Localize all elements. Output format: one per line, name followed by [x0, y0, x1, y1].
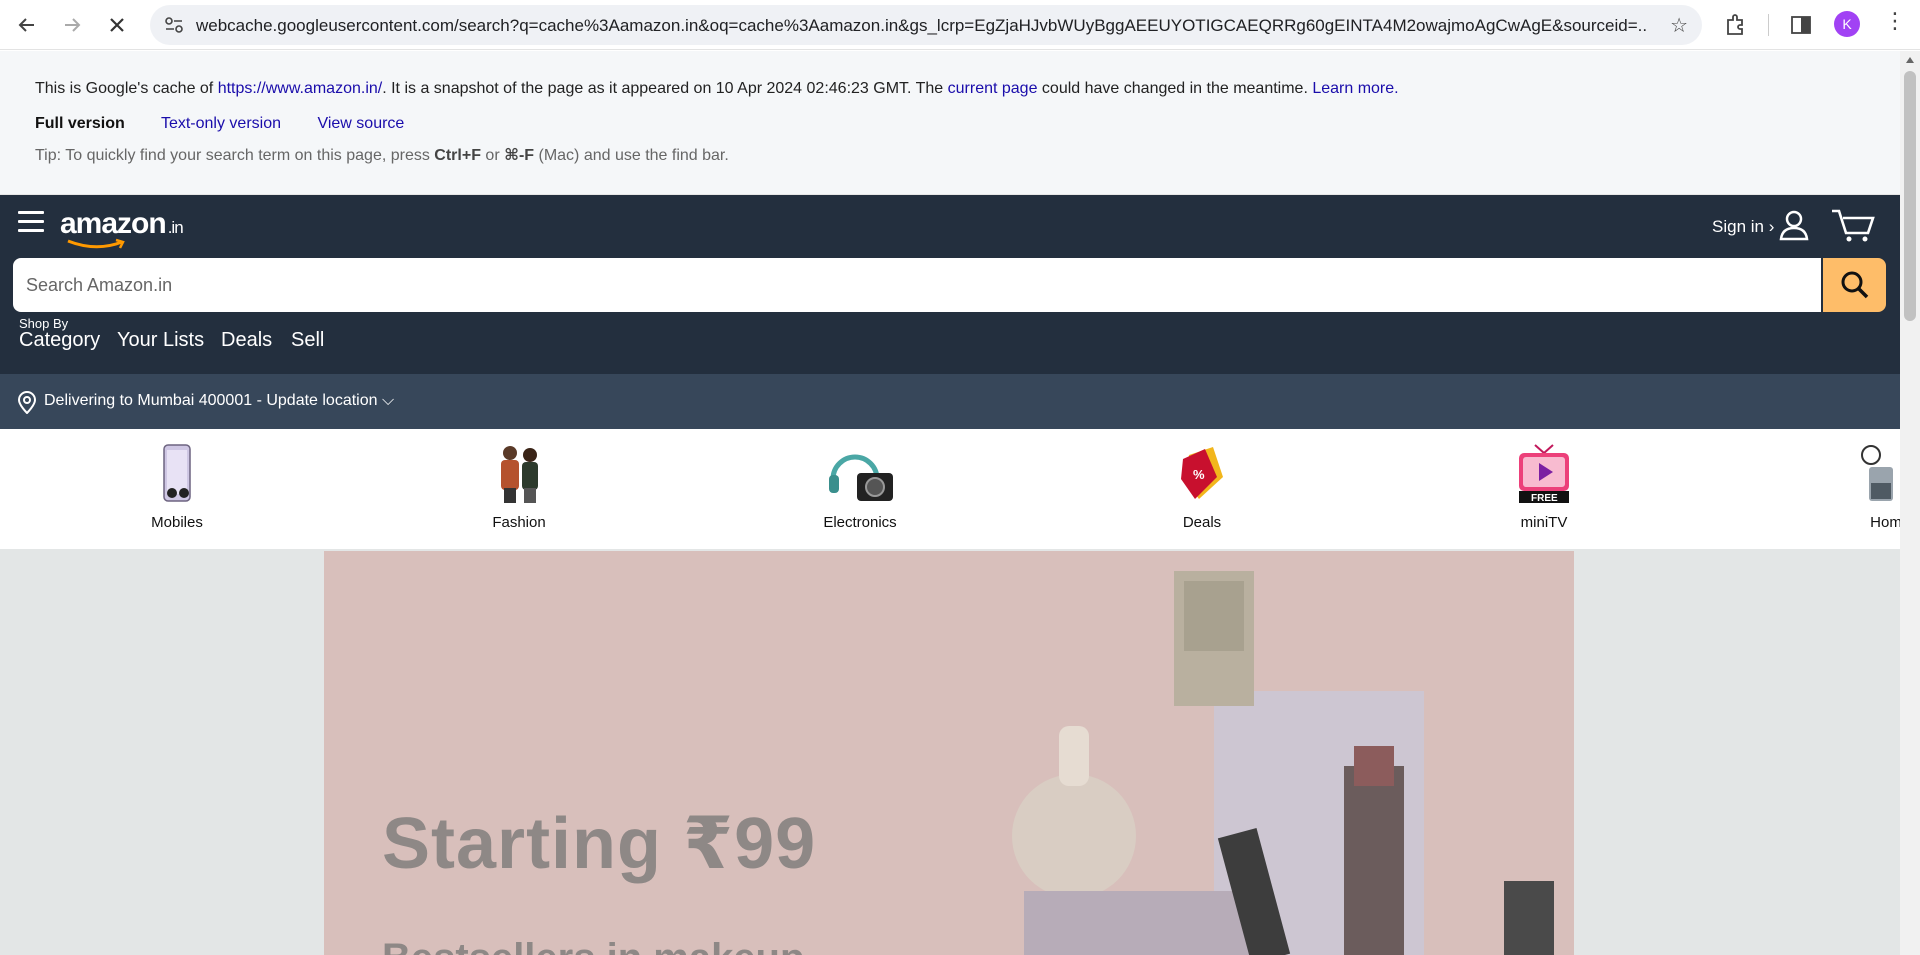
arrow-right-icon [65, 18, 81, 32]
browser-menu-icon[interactable]: ⋮ [1884, 10, 1906, 32]
category-strip: Mobiles Fashion Electronics % Deals FREE… [0, 429, 1900, 549]
url-text[interactable]: webcache.googleusercontent.com/search?q=… [196, 16, 1646, 36]
amazon-header: amazon.in Sign in › Shop By Category You… [0, 195, 1900, 374]
logo-tld: .in [167, 218, 184, 237]
text-only-version-link[interactable]: Text-only version [161, 115, 281, 132]
category-label: Electronics [823, 514, 897, 531]
category-electronics[interactable]: Electronics [800, 443, 920, 531]
cart-icon[interactable] [1830, 207, 1876, 243]
site-settings-icon[interactable] [164, 16, 184, 34]
discount-tag-icon: % [1181, 447, 1223, 499]
close-icon [110, 18, 124, 32]
category-fashion[interactable]: Fashion [459, 443, 579, 531]
hero-banner[interactable]: Starting ₹99 Bestsellers in makeup [324, 551, 1574, 955]
arrow-left-icon [18, 18, 34, 32]
learn-more-link[interactable]: Learn more. [1312, 80, 1398, 97]
fashion-models-icon [501, 446, 538, 503]
category-deals[interactable]: % Deals [1142, 443, 1262, 531]
user-icon[interactable] [1778, 209, 1810, 241]
back-button[interactable] [11, 9, 43, 41]
scroll-up-arrow-icon[interactable] [1906, 57, 1914, 63]
svg-text:%: % [1193, 467, 1205, 482]
side-panel-icon[interactable] [1788, 12, 1814, 38]
category-label: Deals [1182, 514, 1222, 531]
nav-category[interactable]: Category [19, 329, 100, 352]
amazon-smile-icon [67, 238, 125, 249]
cache-notice-prefix: This is Google's cache of [35, 80, 218, 97]
headphones-camera-icon [829, 454, 893, 501]
tip-key-ctrl-f: Ctrl+F [434, 147, 481, 164]
category-minitv[interactable]: FREE miniTV [1484, 443, 1604, 531]
current-page-link[interactable]: current page [948, 80, 1038, 97]
page-scrollbar[interactable] [1900, 51, 1920, 955]
version-links: Full version Text-only version View sour… [35, 115, 436, 133]
hero-headline: Starting ₹99 [382, 804, 817, 884]
category-mobiles[interactable]: Mobiles [117, 443, 237, 531]
category-label: Mobiles [151, 514, 203, 531]
tip-key-cmd-f: ⌘-F [504, 147, 535, 164]
category-label: miniTV [1520, 514, 1568, 531]
minitv-icon: FREE [1519, 444, 1569, 504]
nav-sell[interactable]: Sell [291, 329, 324, 352]
cache-notice: This is Google's cache of https://www.am… [35, 80, 1399, 98]
category-home[interactable]: Hom [1826, 443, 1900, 531]
hamburger-menu-icon[interactable] [18, 211, 44, 233]
search-field-container [13, 258, 1821, 312]
view-source-link[interactable]: View source [317, 115, 404, 132]
tip-suffix: (Mac) and use the find bar. [534, 147, 729, 164]
sign-in-link[interactable]: Sign in › [1712, 217, 1774, 237]
category-label: Fashion [492, 514, 546, 531]
amazon-logo[interactable]: amazon .in [60, 207, 184, 249]
cache-notice-suffix: could have changed in the meantime. [1037, 80, 1313, 97]
cached-url-link[interactable]: https://www.amazon.in/ [218, 80, 383, 97]
mobile-phone-icon [163, 444, 191, 502]
bookmark-star-icon[interactable]: ☆ [1670, 13, 1688, 38]
stop-loading-button[interactable] [101, 9, 133, 41]
makeup-products-illustration [1012, 571, 1554, 955]
delivery-location-bar[interactable]: Delivering to Mumbai 400001 - Update loc… [0, 374, 1900, 429]
search-icon [1841, 271, 1868, 299]
extensions-icon[interactable] [1723, 12, 1749, 38]
delivery-location-text: Delivering to Mumbai 400001 - Update loc… [44, 392, 395, 409]
browser-toolbar: webcache.googleusercontent.com/search?q=… [0, 0, 1920, 50]
scrollbar-thumb[interactable] [1904, 71, 1916, 321]
address-bar[interactable]: webcache.googleusercontent.com/search?q=… [150, 5, 1702, 45]
profile-avatar[interactable]: K [1834, 11, 1860, 37]
toolbar-divider [1768, 14, 1769, 36]
sub-navigation: Shop By Category Your Lists Deals Sell [0, 313, 1900, 369]
search-button[interactable] [1823, 258, 1886, 312]
logo-text: amazon [60, 207, 167, 240]
nav-deals[interactable]: Deals [221, 329, 272, 352]
search-input[interactable] [13, 258, 1821, 312]
location-pin-icon [17, 391, 37, 414]
cache-banner: This is Google's cache of https://www.am… [0, 51, 1900, 195]
category-label: Hom [1870, 514, 1900, 531]
svg-text:FREE: FREE [1531, 493, 1558, 504]
cache-notice-middle: . It is a snapshot of the page as it app… [382, 80, 948, 97]
home-appliances-icon [1861, 445, 1893, 501]
find-tip: Tip: To quickly find your search term on… [35, 145, 729, 165]
forward-button[interactable] [56, 9, 88, 41]
tip-prefix: Tip: To quickly find your search term on… [35, 147, 435, 164]
nav-your-lists[interactable]: Your Lists [117, 329, 204, 352]
hero-subheadline: Bestsellers in makeup [382, 936, 804, 955]
full-version-label: Full version [35, 115, 125, 132]
tip-or: or [480, 147, 505, 164]
